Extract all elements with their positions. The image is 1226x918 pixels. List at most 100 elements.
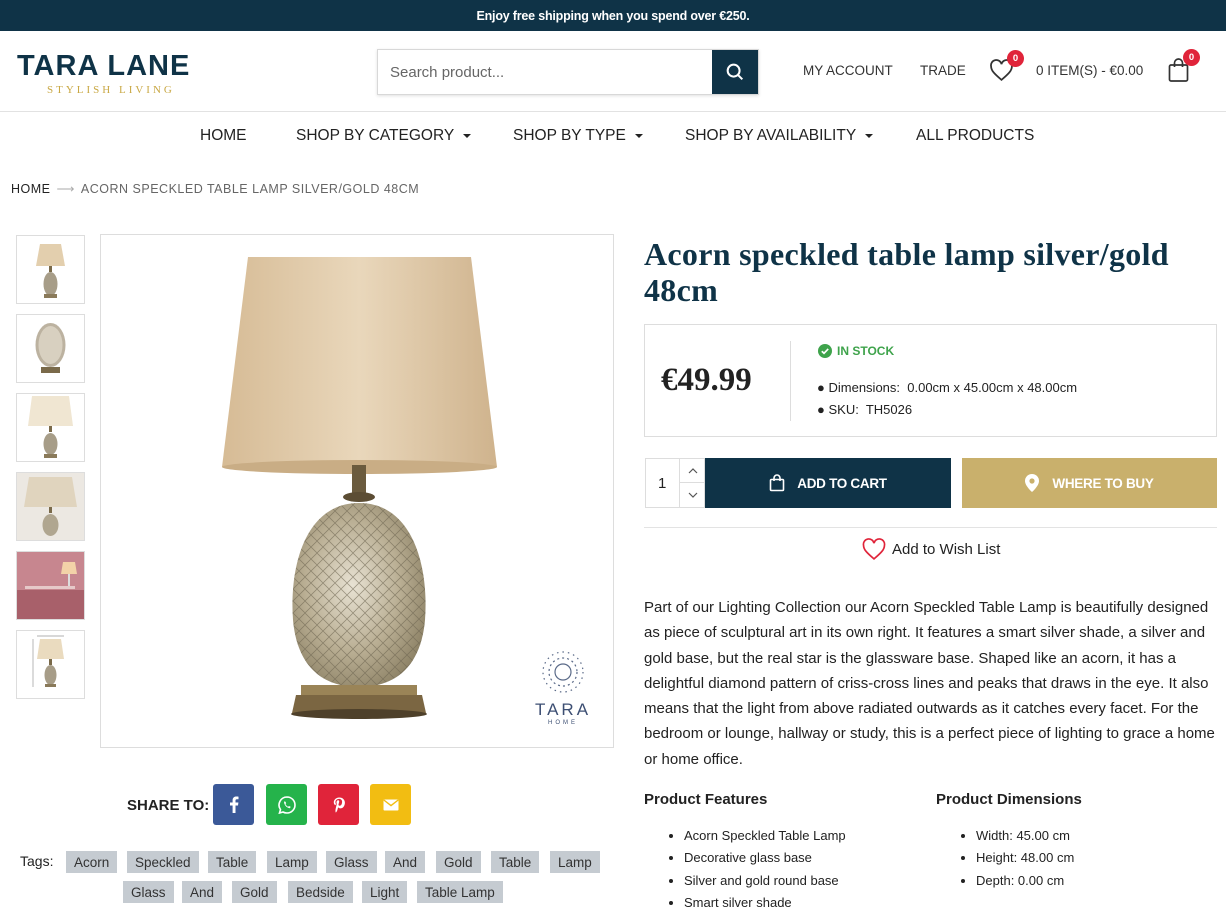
breadcrumb: HOME ⟶ ACORN SPECKLED TABLE LAMP SILVER/… [11, 181, 419, 197]
arrow-right-icon: ⟶ [56, 182, 75, 196]
heart-icon [862, 538, 886, 561]
nav-shop-by-availability[interactable]: SHOP BY AVAILABILITY [685, 127, 874, 145]
tag-link[interactable]: Lamp [267, 851, 317, 873]
tag-link[interactable]: Table [208, 851, 257, 873]
quantity-input[interactable]: 1 [658, 475, 666, 492]
thumbnail-1[interactable] [16, 235, 85, 304]
pinterest-icon [333, 797, 345, 812]
tag-link[interactable]: Table [491, 851, 540, 873]
main-nav: HOME SHOP BY CATEGORY SHOP BY TYPE SHOP … [0, 112, 1226, 162]
product-price: €49.99 [661, 362, 752, 398]
share-label: SHARE TO: [127, 797, 210, 814]
cart-button[interactable]: 0 [1167, 49, 1200, 88]
nav-all-products[interactable]: ALL PRODUCTS [916, 127, 1034, 145]
tag-link[interactable]: And [182, 881, 223, 903]
list-item: Height: 48.00 cm [976, 847, 1074, 869]
tara-home-watermark: TARA HOME [531, 649, 595, 726]
product-description: Part of our Lighting Collection our Acor… [644, 599, 1215, 768]
tag-link[interactable]: Glass [326, 851, 377, 873]
add-to-wishlist-link[interactable]: Add to Wish List [861, 538, 1000, 561]
share-whatsapp-button[interactable] [266, 784, 307, 825]
lamp-thumbnail-image [36, 244, 65, 298]
tag-link[interactable]: Gold [436, 851, 481, 873]
tag-link[interactable]: Bedside [288, 881, 353, 903]
lamp-shade-thumbnail-image [17, 473, 84, 540]
quantity-increase-button[interactable] [680, 459, 705, 483]
sku-label: SKU: [828, 402, 859, 417]
search-icon [726, 63, 744, 81]
add-to-cart-label: ADD TO CART [797, 475, 887, 491]
where-to-buy-button[interactable]: WHERE TO BUY [962, 458, 1217, 508]
tag-link[interactable]: Speckled [127, 851, 199, 873]
list-item: Decorative glass base [684, 847, 846, 869]
thumbnail-6[interactable] [16, 630, 85, 699]
breadcrumb-home[interactable]: HOME [11, 182, 51, 196]
caret-down-icon [634, 134, 643, 138]
tag-link[interactable]: Acorn [66, 851, 118, 873]
thumbnail-5[interactable] [16, 551, 85, 620]
announcement-bar: Enjoy free shipping when you spend over … [0, 0, 1226, 31]
trade-link[interactable]: TRADE [920, 63, 966, 78]
shopping-bag-icon [769, 474, 785, 492]
wishlist-count-badge: 0 [1007, 50, 1024, 67]
tag-link[interactable]: Gold [232, 881, 277, 903]
dimensions-list: Width: 45.00 cm Height: 48.00 cm Depth: … [960, 825, 1074, 892]
bullet-icon: ● [817, 402, 825, 417]
nav-home[interactable]: HOME [200, 127, 247, 145]
check-circle-icon [818, 344, 832, 358]
tag-link[interactable]: And [385, 851, 426, 873]
stock-status: IN STOCK [818, 344, 894, 358]
share-facebook-button[interactable] [213, 784, 254, 825]
bullet-icon: ● [817, 380, 825, 395]
quantity-stepper: 1 [645, 458, 705, 508]
watermark-sub: HOME [548, 720, 578, 726]
wishlist-label: Add to Wish List [892, 541, 1001, 558]
wishlist-button[interactable]: 0 [989, 50, 1024, 87]
tag-link[interactable]: Lamp [550, 851, 600, 873]
thumbnail-2[interactable] [16, 314, 85, 383]
search-bar [377, 49, 759, 95]
map-pin-icon [1025, 474, 1040, 492]
sku-value: TH5026 [865, 402, 913, 417]
list-item: Acorn Speckled Table Lamp [684, 825, 846, 847]
nav-category-label: SHOP BY CATEGORY [296, 127, 455, 144]
features-heading: Product Features [644, 791, 768, 808]
logo-main-text: TARA LANE [17, 50, 191, 82]
whatsapp-icon [277, 795, 296, 814]
facebook-icon [229, 796, 238, 813]
nav-shop-by-type[interactable]: SHOP BY TYPE [513, 127, 643, 145]
my-account-link[interactable]: MY ACCOUNT [803, 63, 893, 78]
share-pinterest-button[interactable] [318, 784, 359, 825]
search-button[interactable] [712, 50, 758, 94]
share-email-button[interactable] [370, 784, 411, 825]
email-icon [382, 798, 399, 810]
chevron-down-icon [688, 492, 697, 498]
nav-availability-label: SHOP BY AVAILABILITY [685, 127, 857, 144]
tag-link[interactable]: Glass [123, 881, 174, 903]
logo[interactable]: TARA LANE STYLISH LIVING [17, 51, 190, 96]
cart-summary-link[interactable]: 0 ITEM(S) - €0.00 [1036, 63, 1143, 78]
room-scene-thumbnail-image [17, 552, 84, 619]
quantity-controls [679, 459, 705, 507]
price-divider [790, 341, 791, 421]
quantity-decrease-button[interactable] [680, 483, 705, 507]
stock-label: IN STOCK [837, 344, 895, 358]
list-item: Depth: 0.00 cm [976, 870, 1074, 892]
lamp-base-thumbnail-image [35, 323, 66, 373]
spec-sku: ● SKU: TH5026 [817, 402, 912, 417]
tag-link[interactable]: Table Lamp [417, 881, 503, 903]
main-product-image[interactable]: TARA HOME [100, 234, 614, 748]
cart-count-badge: 0 [1183, 49, 1200, 66]
nav-shop-by-category[interactable]: SHOP BY CATEGORY [296, 127, 472, 145]
site-header: TARA LANE STYLISH LIVING MY ACCOUNT TRAD… [0, 31, 1226, 112]
search-input[interactable] [378, 50, 712, 94]
features-list: Acorn Speckled Table Lamp Decorative gla… [668, 825, 846, 914]
chevron-up-icon [688, 467, 697, 473]
thumbnail-3[interactable] [16, 393, 85, 462]
lamp-lit-thumbnail-image [28, 396, 73, 458]
list-item: Silver and gold round base [684, 870, 846, 892]
thumbnail-4[interactable] [16, 472, 85, 541]
tag-link[interactable]: Light [362, 881, 408, 903]
add-to-cart-button[interactable]: ADD TO CART [705, 458, 951, 508]
dimensions-heading: Product Dimensions [936, 791, 1082, 808]
